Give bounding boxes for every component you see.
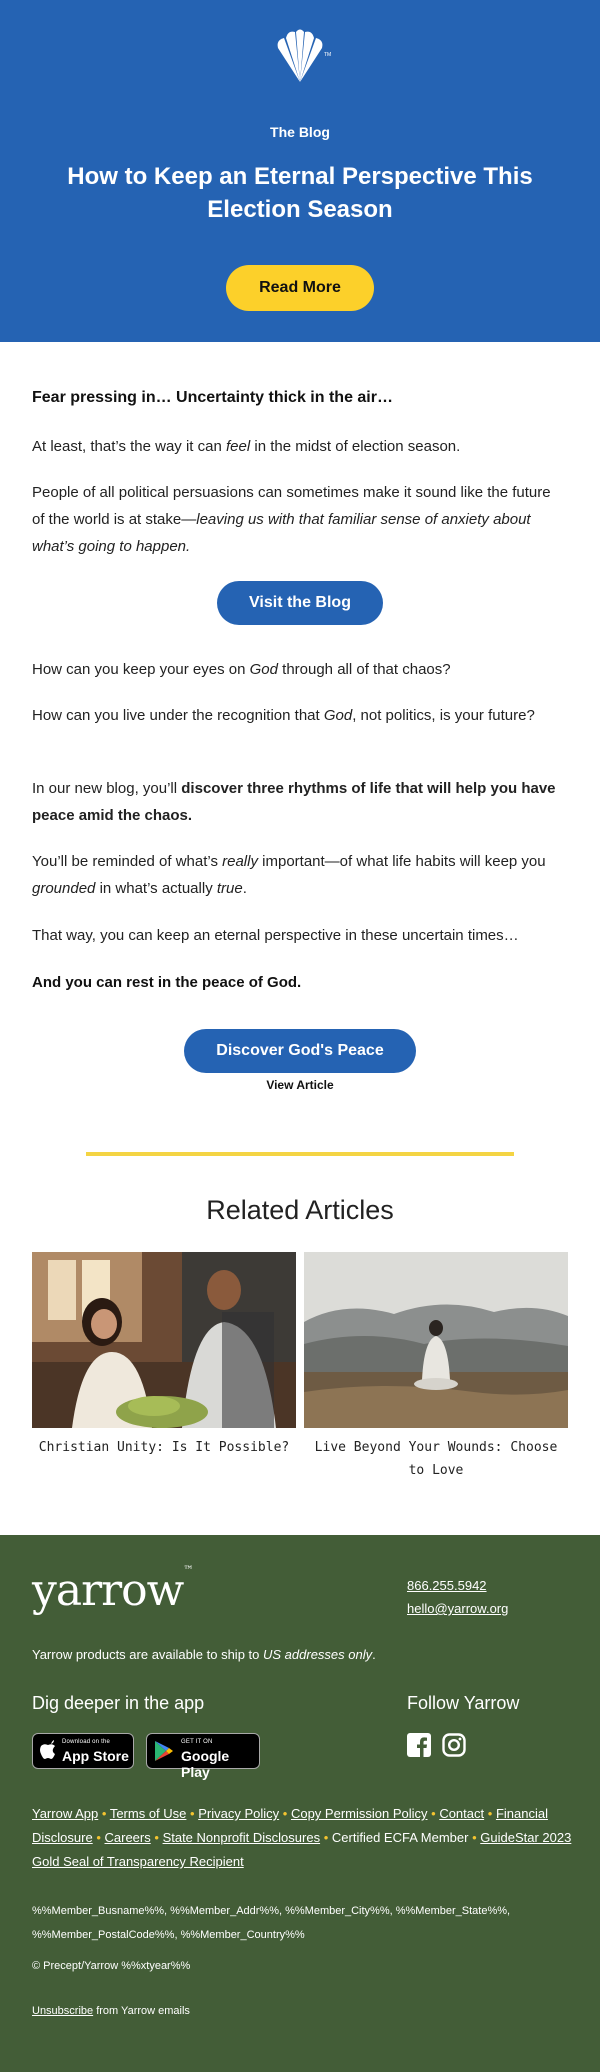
yarrow-logo[interactable]: yarrow™ <box>32 1565 193 1616</box>
ecfa-label: Certified ECFA Member <box>331 1830 469 1845</box>
article-image-live-beyond-wounds[interactable] <box>304 1252 568 1428</box>
email-link[interactable]: hello@yarrow.org <box>407 1601 508 1616</box>
app-store-badge[interactable]: Download on the App Store <box>32 1733 134 1769</box>
follow-heading: Follow Yarrow <box>407 1693 520 1713</box>
article-caption[interactable]: Live Beyond Your Wounds: Choose to Love <box>304 1436 568 1482</box>
phone-link[interactable]: 866.255.5942 <box>407 1578 487 1593</box>
paragraph-2: People of all political persuasions can … <box>32 484 551 555</box>
shipping-note: Yarrow products are available to ship to… <box>32 1647 376 1662</box>
google-play-small-label: GET IT ON <box>181 1739 213 1745</box>
google-play-icon <box>155 1741 173 1761</box>
view-article-label: View Article <box>266 1078 334 1092</box>
member-address-merge-fields: %%Member_Busname%%, %%Member_Addr%%, %%M… <box>32 1905 511 1941</box>
facebook-icon[interactable] <box>407 1733 431 1757</box>
unsubscribe-line: Unsubscribe from Yarrow emails <box>32 2005 190 2017</box>
google-play-badge[interactable]: GET IT ON Google Play <box>146 1733 260 1780</box>
article-image-christian-unity[interactable] <box>32 1252 296 1428</box>
google-play-label: Google Play <box>181 1748 230 1780</box>
email-page: TM The Blog How to Keep an Eternal Persp… <box>0 0 600 2072</box>
footer-link-careers[interactable]: Careers <box>105 1830 151 1845</box>
app-store-small-label: Download on the <box>62 1739 111 1745</box>
footer: yarrow™ 866.255.5942 hello@yarrow.org Ya… <box>0 1535 600 2072</box>
related-articles-heading: Related Articles <box>206 1195 394 1225</box>
article-caption[interactable]: Christian Unity: Is It Possible? <box>32 1436 296 1459</box>
paragraph-8: And you can rest in the peace of God. <box>32 974 302 991</box>
yarrow-flower-icon: TM <box>277 29 331 83</box>
paragraph-6: You’ll be reminded of what’s really impo… <box>32 853 546 897</box>
apple-icon <box>40 1740 55 1759</box>
paragraph-5: In our new blog, you’ll discover three r… <box>32 780 556 824</box>
footer-link-app[interactable]: Yarrow App <box>32 1806 98 1821</box>
eyebrow-label: The Blog <box>270 124 330 140</box>
app-heading: Dig deeper in the app <box>32 1693 205 1713</box>
paragraph-7: That way, you can keep an eternal perspe… <box>32 927 519 944</box>
footer-link-copy-permission[interactable]: Copy Permission Policy <box>291 1806 428 1821</box>
footer-link-terms[interactable]: Terms of Use <box>110 1806 187 1821</box>
lead-paragraph: Fear pressing in… Uncertainty thick in t… <box>32 389 393 406</box>
section-divider <box>86 1152 514 1156</box>
visit-blog-button[interactable]: Visit the Blog <box>217 581 383 625</box>
footer-link-state-disclosures[interactable]: State Nonprofit Disclosures <box>163 1830 321 1845</box>
hero-banner: TM The Blog How to Keep an Eternal Persp… <box>0 0 600 342</box>
read-more-button[interactable]: Read More <box>226 265 374 311</box>
paragraph-1: At least, that’s the way it can feel in … <box>32 438 461 455</box>
paragraph-3: How can you keep your eyes on God throug… <box>32 661 451 678</box>
instagram-icon[interactable] <box>442 1733 466 1757</box>
copyright: © Precept/Yarrow %%xtyear%% <box>32 1960 191 1972</box>
footer-links: Yarrow App • Terms of Use • Privacy Poli… <box>32 1806 572 1869</box>
paragraph-4: How can you live under the recognition t… <box>32 707 535 724</box>
footer-link-contact[interactable]: Contact <box>439 1806 484 1821</box>
unsubscribe-link[interactable]: Unsubscribe <box>32 2005 93 2017</box>
discover-peace-button[interactable]: Discover God's Peace <box>184 1029 416 1073</box>
app-store-label: App Store <box>62 1748 129 1764</box>
footer-link-privacy[interactable]: Privacy Policy <box>198 1806 279 1821</box>
hero-title: How to Keep an Eternal Perspective This … <box>67 163 533 223</box>
svg-text:TM: TM <box>324 52 331 58</box>
